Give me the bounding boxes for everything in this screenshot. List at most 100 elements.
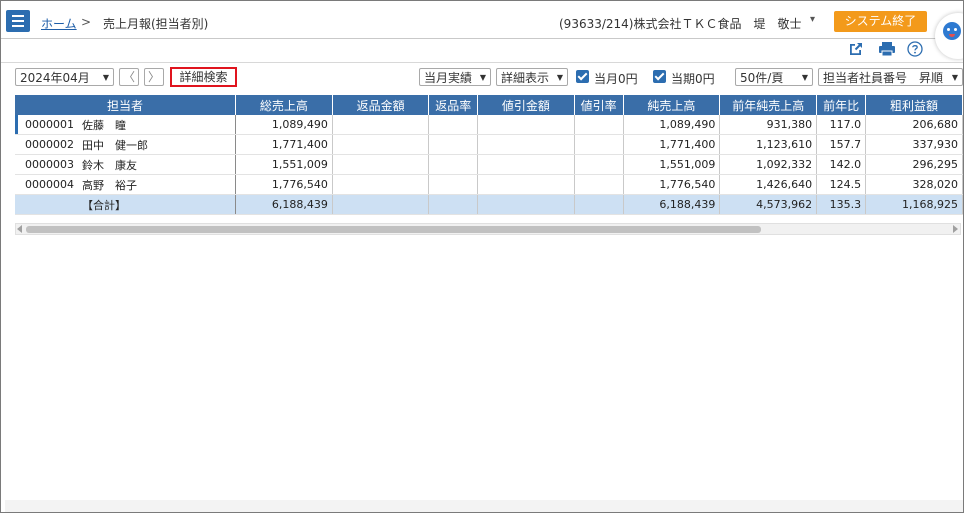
period-zero-checkbox[interactable] [653,70,666,83]
value-cell: 6,188,439 [623,194,721,215]
next-month-button[interactable]: 〉 [144,68,164,86]
value-cell: 1,551,009 [235,154,333,175]
value-cell [477,174,575,195]
value-cell: 124.5 [816,174,867,195]
column-header[interactable]: 前年純売上高 [719,95,818,115]
value-cell [574,134,624,155]
value-cell: 142.0 [816,154,867,175]
system-exit-button[interactable]: システム終了 [834,11,927,32]
advanced-search-button[interactable]: 詳細検索 [170,67,237,87]
value-cell [574,194,624,215]
value-cell: 1,092,332 [719,154,818,175]
chevron-down-icon: ▼ [102,73,109,82]
mascot-logo-icon [935,13,963,59]
detail-display-select[interactable]: 詳細表示 ▼ [496,68,568,86]
table-row[interactable]: 0000001 佐藤 瞳 1,089,490 1,089,490 931,380 117.… [15,115,963,135]
value-cell: 1,089,490 [623,115,721,135]
employee-name-cell: 田中 健一郎 [78,134,237,155]
chevron-down-icon: ▼ [556,73,563,82]
table-row[interactable]: 0000004 高野 裕子 1,776,540 1,776,540 1,426,640 1… [15,174,963,195]
value-cell: 117.0 [816,115,867,135]
app-window: ホーム > 売上月報(担当者別) (93633/214)株式会社ＴＫＣ食品 堤 … [0,0,964,513]
scroll-left-icon[interactable] [17,225,22,233]
scrollbar-thumb[interactable] [26,226,761,233]
value-cell [574,115,624,135]
value-cell [332,154,430,175]
help-icon[interactable] [907,41,923,57]
column-header[interactable]: 返品金額 [332,95,430,115]
print-icon[interactable] [878,41,896,57]
sales-table: 担当者 総売上高 返品金額 返品率 値引金額 値引率 純売上高 前年純売上高 前… [15,95,963,215]
value-cell [332,174,430,195]
value-cell: 1,776,540 [235,174,333,195]
month-select[interactable]: 2024年04月 ▼ [15,68,114,86]
employee-code-cell: 0000004 [15,174,78,195]
employee-name-cell: 佐藤 瞳 [78,115,237,135]
value-cell: 1,771,400 [235,134,333,155]
column-header[interactable]: 総売上高 [235,95,333,115]
employee-code-cell: 0000001 [15,115,78,135]
breadcrumb-home-link[interactable]: ホーム [41,15,77,32]
menu-icon[interactable] [6,10,30,32]
value-cell [477,115,575,135]
column-header[interactable]: 純売上高 [623,95,721,115]
app-header: ホーム > 売上月報(担当者別) (93633/214)株式会社ＴＫＣ食品 堤 … [1,1,963,59]
column-header[interactable]: 前年比 [816,95,867,115]
value-cell: 1,426,640 [719,174,818,195]
current-month-zero-checkbox[interactable] [576,70,589,83]
prev-month-button[interactable]: 〈 [119,68,139,86]
detail-display-select-value: 詳細表示 [501,71,550,85]
value-cell: 337,930 [865,134,963,155]
breadcrumb-separator: > [81,15,92,29]
value-cell: 4,573,962 [719,194,818,215]
value-cell [332,115,430,135]
value-cell: 1,168,925 [865,194,963,215]
value-cell: 296,295 [865,154,963,175]
value-cell: 1,771,400 [623,134,721,155]
chevron-down-icon: ▼ [801,73,808,82]
value-cell: 328,020 [865,174,963,195]
header-divider [1,62,963,63]
employee-name-cell: 鈴木 康友 [78,154,237,175]
value-cell [428,194,479,215]
value-cell: 157.7 [816,134,867,155]
employee-code-cell: 0000002 [15,134,78,155]
value-cell [574,174,624,195]
export-icon[interactable] [848,41,864,57]
performance-select[interactable]: 当月実績 ▼ [419,68,491,86]
scroll-right-icon[interactable] [953,225,958,233]
total-row[interactable]: 【合計】 6,188,439 6,188,439 4,573,962 135.3 1,16… [15,194,963,215]
value-cell [332,194,430,215]
period-zero-label: 当期0円 [671,72,715,86]
company-user-label: (93633/214)株式会社ＴＫＣ食品 堤 敬士 [559,17,802,31]
page-size-select-value: 50件/頁 [740,71,784,85]
employee-name-cell: 高野 裕子 [78,174,237,195]
value-cell: 6,188,439 [235,194,333,215]
performance-select-value: 当月実績 [424,71,473,85]
sort-select-value: 担当者社員番号 昇順 [823,71,944,85]
value-cell: 1,551,009 [623,154,721,175]
chevron-down-icon: ▼ [951,73,958,82]
current-month-zero-label: 当月0円 [594,72,638,86]
value-cell [574,154,624,175]
value-cell: 1,123,610 [719,134,818,155]
user-menu-chevron-icon[interactable]: ▾ [810,14,815,25]
employee-name-cell: 【合計】 [78,194,237,215]
value-cell: 1,089,490 [235,115,333,135]
value-cell [332,134,430,155]
table-row[interactable]: 0000003 鈴木 康友 1,551,009 1,551,009 1,092,332 1… [15,154,963,175]
column-header[interactable]: 担当者 [15,95,237,115]
column-header[interactable]: 値引金額 [477,95,575,115]
column-header[interactable]: 値引率 [574,95,624,115]
page-size-select[interactable]: 50件/頁 ▼ [735,68,813,86]
value-cell [477,154,575,175]
column-header[interactable]: 返品率 [428,95,479,115]
table-header-row: 担当者 総売上高 返品金額 返品率 値引金額 値引率 純売上高 前年純売上高 前… [15,95,963,115]
page-title: 売上月報(担当者別) [103,17,209,31]
table-row[interactable]: 0000002 田中 健一郎 1,771,400 1,771,400 1,123,610… [15,134,963,155]
sort-select[interactable]: 担当者社員番号 昇順 ▼ [818,68,963,86]
value-cell [428,174,479,195]
bottom-scrollbar[interactable] [5,500,963,512]
column-header[interactable]: 粗利益額 [865,95,963,115]
horizontal-scrollbar[interactable] [15,223,961,235]
